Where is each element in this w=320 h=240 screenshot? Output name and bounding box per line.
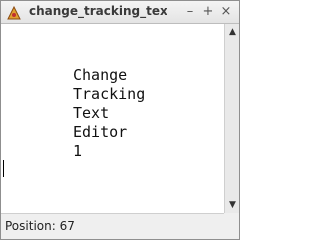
text-caret (3, 160, 4, 177)
scroll-down-icon[interactable]: ▼ (227, 200, 238, 210)
editor-line: Text (73, 104, 110, 122)
cursor-position-label: Position: 67 (5, 219, 75, 233)
app-window: change_tracking_text_edit – + × Change T… (0, 0, 240, 240)
app-icon (7, 5, 21, 20)
window-title: change_tracking_text_edit (29, 4, 167, 18)
status-bar: Position: 67 (1, 214, 239, 239)
editor-line: Editor (73, 123, 128, 141)
maximize-button[interactable]: + (200, 4, 216, 20)
editor-line: Tracking (73, 85, 146, 103)
title-bar[interactable]: change_tracking_text_edit – + × (1, 1, 239, 24)
close-button[interactable]: × (218, 4, 234, 20)
scroll-up-icon[interactable]: ▲ (227, 27, 238, 37)
editor-line: 1 (73, 142, 83, 160)
editor-line: Change (73, 66, 128, 84)
minimize-button[interactable]: – (182, 4, 198, 20)
editor-content: Change Tracking Text Editor 1 (73, 66, 145, 161)
text-editor[interactable]: Change Tracking Text Editor 1 (1, 24, 224, 214)
vertical-scrollbar[interactable]: ▲ ▼ (224, 24, 239, 213)
